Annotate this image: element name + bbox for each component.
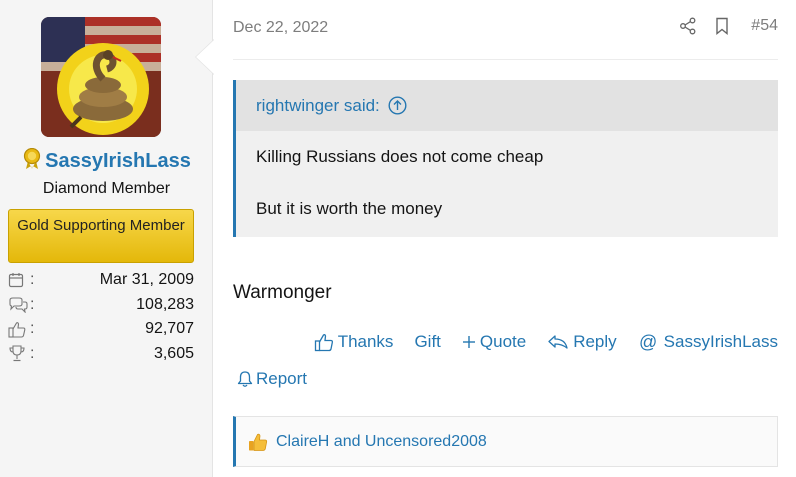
thanks-button[interactable]: Thanks <box>314 332 394 352</box>
stat-colon: : <box>30 295 35 313</box>
thanks-label: Thanks <box>337 332 394 351</box>
header-divider <box>233 59 778 60</box>
messages-icon <box>8 295 30 315</box>
quote-label: Quote <box>479 332 527 351</box>
reply-label: Reply <box>573 332 617 351</box>
username-row: SassyIrishLass <box>0 147 213 176</box>
svg-text:@: @ <box>639 333 657 351</box>
user-panel: SassyIrishLass Diamond Member Gold Suppo… <box>0 0 214 477</box>
reactions-bar: ClaireH and Uncensored2008 <box>233 416 778 467</box>
user-stats: : Mar 31, 2009 : 108,283 : 92,707 : 3,60… <box>8 268 194 366</box>
avatar[interactable] <box>41 17 161 137</box>
quote-block: rightwinger said: Killing Russians does … <box>233 80 778 237</box>
post-actions: Thanks Gift Quote Reply @ SassyIrishLass <box>293 332 778 352</box>
mention-label: SassyIrishLass <box>663 332 778 351</box>
medal-icon <box>22 147 42 176</box>
report-label: Report <box>256 369 308 388</box>
like-reaction-icon <box>248 432 268 452</box>
post-tools: #54 <box>661 17 778 35</box>
quote-header: rightwinger said: <box>236 80 778 131</box>
quote-line: But it is worth the money <box>256 199 443 218</box>
stat-value: Mar 31, 2009 <box>99 271 194 289</box>
trophy-icon <box>8 344 30 364</box>
stat-messages: : 108,283 <box>8 293 194 318</box>
jump-up-icon[interactable] <box>388 96 407 115</box>
stat-value: 92,707 <box>145 320 194 338</box>
report-button[interactable]: Report <box>236 369 307 389</box>
user-title: Diamond Member <box>42 180 171 197</box>
stat-reactions: : 92,707 <box>8 317 194 342</box>
stat-value: 108,283 <box>136 295 194 313</box>
gift-button[interactable]: Gift <box>414 332 440 352</box>
username-link[interactable]: SassyIrishLass <box>45 150 191 172</box>
reactions-thumb-icon <box>8 319 30 339</box>
post-body: Warmonger <box>233 282 332 303</box>
stat-joined: : Mar 31, 2009 <box>8 268 194 293</box>
share-icon[interactable] <box>679 17 697 35</box>
quote-button[interactable]: Quote <box>462 332 526 352</box>
reactions-users-link[interactable]: ClaireH and Uncensored2008 <box>276 433 487 451</box>
mention-button[interactable]: @ SassyIrishLass <box>638 332 778 352</box>
post-number-link[interactable]: #54 <box>751 17 778 35</box>
quote-body: Killing Russians does not come cheap But… <box>236 131 778 235</box>
gift-label: Gift <box>414 332 441 351</box>
stat-trophies: : 3,605 <box>8 342 194 367</box>
user-banner: Gold Supporting Member <box>8 209 194 263</box>
quote-author-link[interactable]: rightwinger said: <box>256 96 380 116</box>
reply-button[interactable]: Reply <box>547 332 617 352</box>
stat-colon: : <box>30 320 35 338</box>
calendar-icon <box>8 270 30 290</box>
stat-colon: : <box>30 271 35 289</box>
panel-pointer <box>196 40 214 74</box>
stat-value: 3,605 <box>153 344 194 362</box>
quote-line: Killing Russians does not come cheap <box>256 147 544 166</box>
stat-colon: : <box>30 344 35 362</box>
post-date[interactable]: Dec 22, 2022 <box>233 19 328 37</box>
bookmark-icon[interactable] <box>715 17 729 35</box>
